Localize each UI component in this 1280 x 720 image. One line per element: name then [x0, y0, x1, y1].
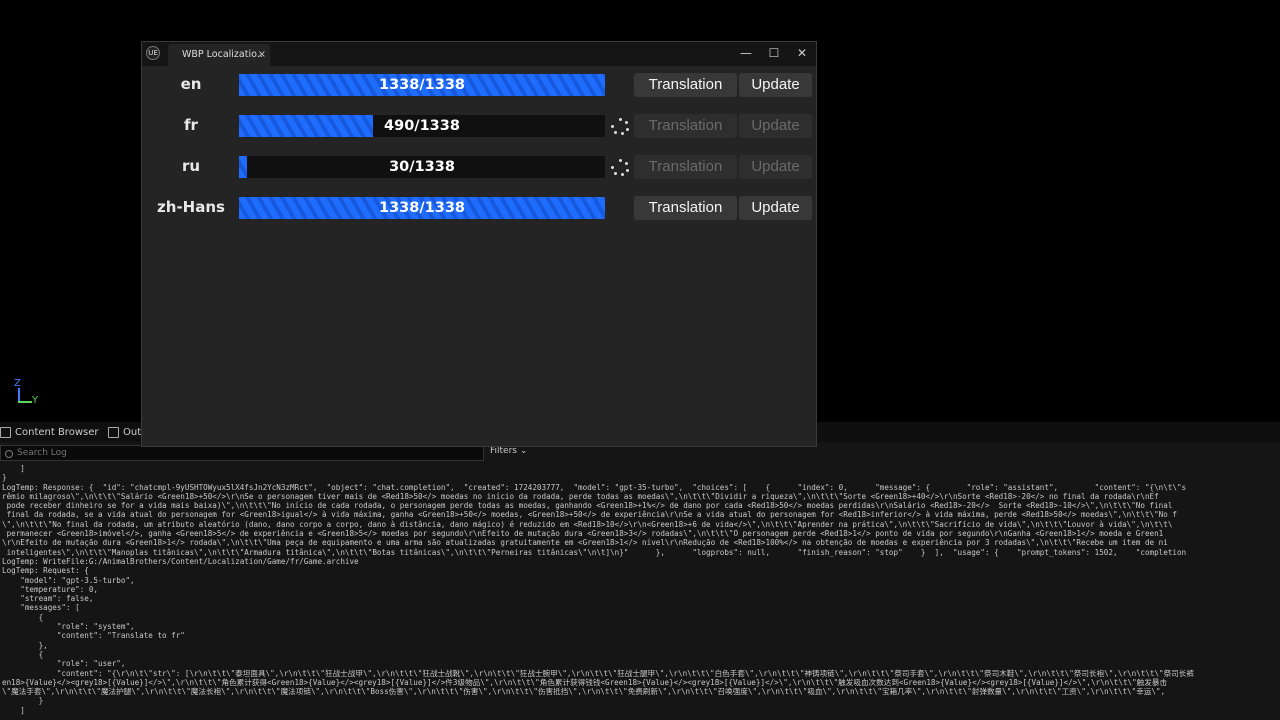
- minimize-button[interactable]: —: [736, 44, 756, 62]
- progress-bar: 1338/1338: [239, 74, 605, 96]
- search-box[interactable]: [0, 445, 484, 461]
- progress-bar: 1338/1338: [239, 197, 605, 219]
- unreal-logo-icon: UE: [146, 46, 160, 60]
- spinner-dot: [626, 128, 629, 131]
- spinner-dot: [611, 125, 614, 128]
- search-input[interactable]: [15, 447, 479, 459]
- translation-button[interactable]: Translation: [634, 114, 737, 138]
- z-axis-line: [18, 388, 20, 402]
- z-axis-label: Z: [14, 378, 21, 389]
- output-log-text: ] } LogTemp: Response: { "id": "chatcmpl…: [2, 464, 1194, 715]
- filters-button[interactable]: Filters ⌄: [490, 446, 527, 456]
- y-axis-line: [18, 401, 32, 403]
- y-axis-label: Y: [32, 395, 39, 406]
- spinner-dot: [625, 121, 628, 124]
- loading-spinner-icon: [610, 159, 630, 176]
- spinner-dot: [625, 162, 628, 165]
- search-icon: [5, 450, 13, 458]
- update-button[interactable]: Update: [739, 155, 812, 179]
- progress-bar: 30/1338: [239, 156, 605, 178]
- language-code: zh-Hans: [157, 198, 225, 216]
- localization-window: UE WBP Localizatio.. × — ☐ ✕ en 1338/133…: [141, 41, 817, 447]
- maximize-button[interactable]: ☐: [764, 44, 784, 62]
- tab-label: Content Browser: [15, 426, 99, 438]
- language-code: ru: [181, 157, 201, 175]
- translation-button[interactable]: Translation: [634, 155, 737, 179]
- update-button[interactable]: Update: [739, 114, 812, 138]
- progress-text: 1338/1338: [378, 77, 465, 93]
- spinner-dot: [621, 173, 624, 176]
- update-button[interactable]: Update: [739, 196, 812, 220]
- spinner-dot: [614, 172, 617, 175]
- spinner-dot: [614, 131, 617, 134]
- language-row-ru: ru 30/1338 Translation Update: [142, 155, 816, 179]
- title-bar[interactable]: UE WBP Localizatio.. × — ☐ ✕: [142, 42, 816, 66]
- loading-spinner-icon: [610, 118, 630, 135]
- spinner-dot: [611, 166, 614, 169]
- update-button[interactable]: Update: [739, 73, 812, 97]
- translation-button[interactable]: Translation: [634, 196, 737, 220]
- spinner-dot: [621, 132, 624, 135]
- language-code: en: [180, 75, 202, 93]
- translation-button[interactable]: Translation: [634, 73, 737, 97]
- language-code: fr: [184, 116, 198, 134]
- tab-close-icon[interactable]: ×: [258, 44, 266, 66]
- axis-gizmo: Z Y: [10, 378, 50, 408]
- language-row-zh-hans: zh-Hans 1338/1338 Translation Update: [142, 196, 816, 220]
- tab-content-browser[interactable]: Content Browser: [0, 422, 98, 442]
- language-row-fr: fr 490/1338 Translation Update: [142, 114, 816, 138]
- log-icon: [108, 426, 119, 438]
- folder-icon: [0, 426, 11, 438]
- close-button[interactable]: ✕: [792, 44, 812, 62]
- progress-text: 1338/1338: [378, 200, 465, 216]
- progress-text: 490/1338: [384, 118, 460, 134]
- window-tab[interactable]: WBP Localizatio.. ×: [168, 44, 270, 66]
- bottom-panel: Content Browser Outp Filters ⌄ ] } LogTe…: [0, 422, 1280, 720]
- progress-bar: 490/1338: [239, 115, 605, 137]
- progress-text: 30/1338: [389, 159, 455, 175]
- log-toolbar: Filters ⌄: [0, 445, 1280, 463]
- language-row-en: en 1338/1338 Translation Update: [142, 73, 816, 97]
- spinner-dot: [619, 159, 622, 162]
- spinner-dot: [619, 118, 622, 121]
- window-tab-title: WBP Localizatio..: [182, 49, 263, 60]
- spinner-dot: [626, 169, 629, 172]
